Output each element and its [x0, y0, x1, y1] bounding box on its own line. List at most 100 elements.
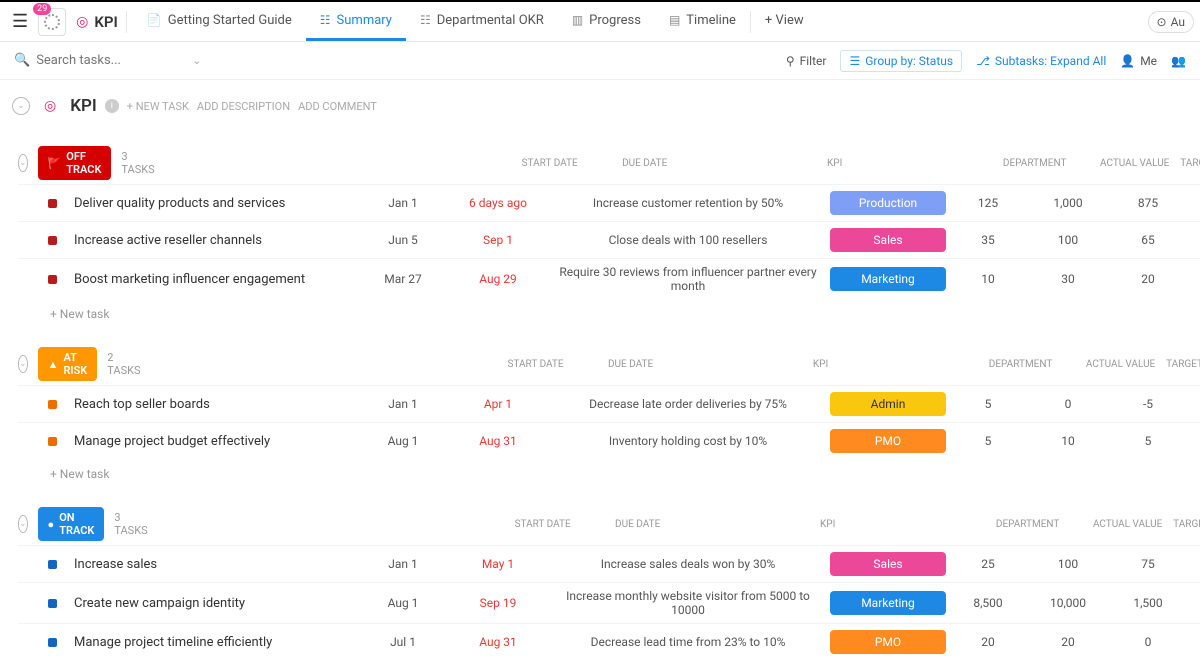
- add-comment-button[interactable]: ADD COMMENT: [298, 100, 377, 113]
- column-header[interactable]: DUE DATE: [595, 156, 695, 171]
- start-date-cell[interactable]: Aug 1: [358, 434, 448, 448]
- department-tag[interactable]: Sales: [830, 552, 946, 576]
- target-value-cell[interactable]: 10,000: [1028, 596, 1108, 610]
- group-collapse-button[interactable]: ⌄: [18, 154, 28, 172]
- department-tag[interactable]: Admin: [830, 392, 946, 416]
- actual-value-cell[interactable]: 35: [948, 233, 1028, 247]
- target-value-cell[interactable]: 10: [1028, 434, 1108, 448]
- column-header[interactable]: ACTUAL VALUE: [1088, 517, 1168, 532]
- status-square[interactable]: [48, 437, 57, 446]
- info-icon[interactable]: i: [105, 99, 119, 113]
- status-square[interactable]: [48, 560, 57, 569]
- group-collapse-button[interactable]: ⌄: [18, 515, 28, 533]
- kpi-cell[interactable]: Decrease lead time from 23% to 10%: [548, 635, 828, 649]
- column-header[interactable]: TARGET VALUE: [1161, 357, 1200, 372]
- target-value-cell[interactable]: 0: [1028, 397, 1108, 411]
- due-date-cell[interactable]: Apr 1: [448, 397, 548, 411]
- kpi-cell[interactable]: Increase monthly website visitor from 50…: [548, 589, 828, 617]
- actual-value-cell[interactable]: 125: [948, 196, 1028, 210]
- department-tag[interactable]: Marketing: [830, 267, 946, 291]
- kpi-cell[interactable]: Inventory holding cost by 10%: [548, 434, 828, 448]
- column-header[interactable]: TARGET VALUE: [1168, 517, 1200, 532]
- add-view-button[interactable]: + View: [751, 2, 818, 41]
- kpi-cell[interactable]: Increase sales deals won by 30%: [548, 557, 828, 571]
- task-row[interactable]: Create new campaign identity Aug 1 Sep 1…: [18, 582, 1200, 623]
- actual-value-cell[interactable]: 25: [948, 557, 1028, 571]
- task-title[interactable]: Reach top seller boards: [70, 397, 358, 412]
- due-date-cell[interactable]: Aug 29: [448, 272, 548, 286]
- kpi-cell[interactable]: Close deals with 100 resellers: [548, 233, 828, 247]
- target-value-cell[interactable]: 30: [1028, 272, 1108, 286]
- actual-value-cell[interactable]: 5: [948, 434, 1028, 448]
- due-date-cell[interactable]: Aug 31: [448, 635, 548, 649]
- add-description-button[interactable]: ADD DESCRIPTION: [197, 100, 290, 113]
- task-title[interactable]: Boost marketing influencer engagement: [70, 272, 358, 287]
- difference-cell[interactable]: 75: [1108, 557, 1188, 571]
- difference-cell[interactable]: 65: [1108, 233, 1188, 247]
- column-header[interactable]: DUE DATE: [581, 357, 681, 372]
- new-task-button[interactable]: + NEW TASK: [127, 100, 189, 113]
- task-title[interactable]: Manage project budget effectively: [70, 434, 358, 449]
- actual-value-cell[interactable]: 5: [948, 397, 1028, 411]
- task-title[interactable]: Manage project timeline efficiently: [70, 635, 358, 650]
- difference-cell[interactable]: 1,500: [1108, 596, 1188, 610]
- tab-departmental-okr[interactable]: ☷Departmental OKR: [406, 2, 558, 41]
- difference-cell[interactable]: 875: [1108, 196, 1188, 210]
- column-header[interactable]: START DATE: [498, 517, 588, 532]
- tab-timeline[interactable]: ▤Timeline: [655, 2, 750, 41]
- task-row[interactable]: Reach top seller boards Jan 1 Apr 1 Decr…: [18, 385, 1200, 422]
- column-header[interactable]: DEPARTMENT: [968, 517, 1088, 532]
- task-row[interactable]: Manage project timeline efficiently Jul …: [18, 623, 1200, 660]
- start-date-cell[interactable]: Jan 1: [358, 196, 448, 210]
- group-by-button[interactable]: ☰Group by: Status: [840, 50, 962, 72]
- target-value-cell[interactable]: 1,000: [1028, 196, 1108, 210]
- status-square[interactable]: [48, 400, 57, 409]
- new-task-link[interactable]: + New task: [0, 299, 1200, 327]
- department-tag[interactable]: PMO: [830, 630, 946, 654]
- tab-getting-started[interactable]: 📄Getting Started Guide: [133, 2, 306, 41]
- due-date-cell[interactable]: 6 days ago: [448, 196, 548, 210]
- column-header[interactable]: KPI: [681, 357, 961, 372]
- filter-button[interactable]: ⚲Filter: [786, 54, 827, 68]
- status-square[interactable]: [48, 236, 57, 245]
- task-row[interactable]: Increase sales Jan 1 May 1 Increase sale…: [18, 545, 1200, 582]
- search-wrap[interactable]: 🔍 ⌄: [14, 53, 201, 68]
- chevron-down-icon[interactable]: ⌄: [192, 54, 201, 67]
- group-collapse-button[interactable]: ⌄: [18, 355, 28, 373]
- status-pill[interactable]: ▲ AT RISK: [38, 347, 98, 381]
- column-header[interactable]: DUE DATE: [588, 517, 688, 532]
- department-tag[interactable]: Production: [830, 191, 946, 215]
- due-date-cell[interactable]: Aug 31: [448, 434, 548, 448]
- column-header[interactable]: ACTUAL VALUE: [1081, 357, 1161, 372]
- department-tag[interactable]: PMO: [830, 429, 946, 453]
- status-square[interactable]: [48, 599, 57, 608]
- status-square[interactable]: [48, 638, 57, 647]
- search-input[interactable]: [36, 53, 156, 68]
- tab-progress[interactable]: ▥Progress: [558, 2, 655, 41]
- new-task-link[interactable]: + New task: [0, 459, 1200, 487]
- automation-button[interactable]: ⊙Au: [1148, 11, 1194, 33]
- task-row[interactable]: Boost marketing influencer engagement Ma…: [18, 258, 1200, 299]
- start-date-cell[interactable]: Aug 1: [358, 596, 448, 610]
- due-date-cell[interactable]: Sep 1: [448, 233, 548, 247]
- department-tag[interactable]: Marketing: [830, 591, 946, 615]
- column-header[interactable]: START DATE: [505, 156, 595, 171]
- due-date-cell[interactable]: May 1: [448, 557, 548, 571]
- start-date-cell[interactable]: Jan 1: [358, 557, 448, 571]
- status-pill[interactable]: 🚩 OFF TRACK: [38, 146, 112, 180]
- subtasks-button[interactable]: ⎇Subtasks: Expand All: [976, 54, 1106, 68]
- actual-value-cell[interactable]: 8,500: [948, 596, 1028, 610]
- task-row[interactable]: Deliver quality products and services Ja…: [18, 184, 1200, 221]
- column-header[interactable]: KPI: [695, 156, 975, 171]
- column-header[interactable]: KPI: [688, 517, 968, 532]
- difference-cell[interactable]: 0: [1108, 635, 1188, 649]
- status-square[interactable]: [48, 199, 57, 208]
- department-tag[interactable]: Sales: [830, 228, 946, 252]
- task-title[interactable]: Create new campaign identity: [70, 596, 358, 611]
- start-date-cell[interactable]: Jan 1: [358, 397, 448, 411]
- start-date-cell[interactable]: Jul 1: [358, 635, 448, 649]
- actual-value-cell[interactable]: 20: [948, 635, 1028, 649]
- collapse-all-button[interactable]: ⌄: [12, 97, 30, 115]
- target-value-cell[interactable]: 100: [1028, 233, 1108, 247]
- column-header[interactable]: DEPARTMENT: [975, 156, 1095, 171]
